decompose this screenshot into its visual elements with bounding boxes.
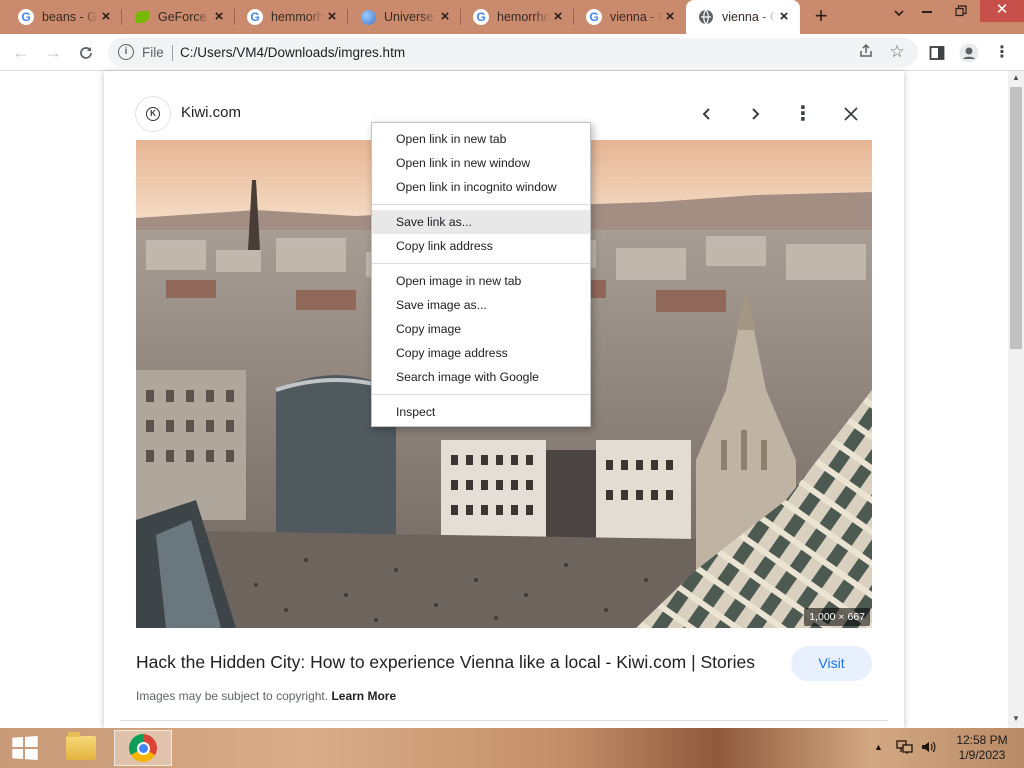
info-icon[interactable]: i	[118, 44, 134, 60]
side-panel-icon[interactable]	[924, 40, 950, 66]
tab-1[interactable]: beans - Google Search ×	[6, 0, 122, 34]
clock-time: 12:58 PM	[956, 733, 1008, 747]
start-button[interactable]	[0, 728, 48, 768]
more-vert-icon[interactable]: ⋮	[989, 40, 1015, 66]
tab-4[interactable]: Universe ×	[348, 0, 461, 34]
chevron-left-icon[interactable]	[692, 99, 722, 129]
menu-open-link-new-window[interactable]: Open link in new window	[372, 151, 590, 175]
menu-open-link-incognito[interactable]: Open link in incognito window	[372, 175, 590, 199]
new-tab-button[interactable]: +	[808, 5, 834, 29]
chrome-icon	[129, 734, 157, 762]
visit-button[interactable]: Visit	[791, 646, 872, 681]
menu-copy-link-address[interactable]: Copy link address	[372, 234, 590, 258]
tab-title: vienna - Google Search	[610, 10, 662, 24]
taskbar-chrome[interactable]	[114, 730, 172, 766]
restore-button[interactable]	[946, 0, 976, 22]
scrollbar-thumb[interactable]	[1010, 87, 1022, 349]
menu-copy-image-address[interactable]: Copy image address	[372, 341, 590, 365]
folder-icon	[66, 732, 96, 760]
source-name[interactable]: Kiwi.com	[181, 104, 241, 121]
clock-date: 1/9/2023	[958, 748, 1006, 762]
nvidia-icon	[134, 9, 150, 25]
menu-save-link-as[interactable]: Save link as...	[372, 210, 590, 234]
taskbar-file-explorer[interactable]	[52, 730, 110, 766]
address-bar[interactable]: i File C:/Users/VM4/Downloads/imgres.htm…	[108, 38, 918, 67]
menu-open-image-new-tab[interactable]: Open image in new tab	[372, 269, 590, 293]
share-icon[interactable]	[856, 43, 876, 63]
scroll-down-icon[interactable]: ▼	[1008, 714, 1024, 726]
tab-title: GeForce Experience	[158, 10, 211, 24]
globe-icon	[360, 9, 376, 25]
scrollbar[interactable]: ▲ ▼	[1008, 71, 1024, 728]
reload-icon[interactable]	[73, 40, 99, 66]
volume-icon[interactable]	[920, 739, 938, 768]
close-icon[interactable]: ×	[98, 9, 114, 25]
menu-open-link-new-tab[interactable]: Open link in new tab	[372, 127, 590, 151]
tab-title: hemmorhoids - Google Search	[271, 10, 324, 24]
close-icon[interactable]: ×	[662, 9, 678, 25]
globe-icon	[698, 9, 714, 25]
close-icon[interactable]: ×	[550, 9, 566, 25]
tab-3[interactable]: hemmorhoids - Google Search ×	[235, 0, 348, 34]
minimize-button[interactable]	[912, 0, 942, 22]
back-icon[interactable]: ←	[8, 40, 34, 66]
google-icon	[247, 9, 263, 25]
scroll-up-icon[interactable]: ▲	[1008, 73, 1024, 85]
tab-title: Universe	[384, 10, 434, 24]
close-icon[interactable]	[836, 99, 866, 129]
tab-5[interactable]: hemorrhoids - Google Search ×	[461, 0, 574, 34]
browser-toolbar: ← → i File C:/Users/VM4/Downloads/imgres…	[0, 34, 1024, 71]
menu-copy-image[interactable]: Copy image	[372, 317, 590, 341]
kiwi-logo-icon[interactable]: K	[136, 97, 170, 131]
profile-icon[interactable]	[956, 40, 982, 66]
tab-strip: beans - Google Search × GeForce Experien…	[0, 0, 1024, 34]
tray-expand-icon[interactable]: ▲	[874, 742, 883, 768]
close-icon[interactable]: ×	[437, 9, 453, 25]
close-window-button[interactable]: ✕	[980, 0, 1024, 22]
tab-7-active[interactable]: vienna - Google Search ×	[686, 0, 800, 34]
forward-icon[interactable]: →	[40, 40, 66, 66]
more-options-icon[interactable]: ⋮	[788, 99, 818, 129]
tab-title: beans - Google Search	[42, 10, 98, 24]
system-clock[interactable]: 12:58 PM 1/9/2023	[950, 733, 1014, 763]
google-icon	[473, 9, 489, 25]
close-icon[interactable]: ×	[324, 9, 340, 25]
menu-save-image-as[interactable]: Save image as...	[372, 293, 590, 317]
google-icon	[18, 9, 34, 25]
copyright-text: Images may be subject to copyright.	[136, 689, 329, 703]
windows-taskbar: ▲ 12:58 PM 1/9/2023	[0, 728, 1024, 768]
context-menu: Open link in new tab Open link in new wi…	[371, 122, 591, 427]
tab-2[interactable]: GeForce Experience ×	[122, 0, 235, 34]
scheme-label: File	[142, 45, 164, 60]
star-icon[interactable]: ☆	[887, 42, 907, 62]
tab-6[interactable]: vienna - Google Search ×	[574, 0, 686, 34]
menu-inspect[interactable]: Inspect	[372, 400, 590, 424]
close-icon[interactable]: ×	[211, 9, 227, 25]
windows-logo-icon	[12, 736, 38, 760]
image-dimensions-badge: 1,000 × 667	[804, 608, 870, 626]
copyright-notice: Images may be subject to copyright. Lear…	[136, 689, 396, 703]
image-caption[interactable]: Hack the Hidden City: How to experience …	[136, 652, 786, 673]
url-text[interactable]: C:/Users/VM4/Downloads/imgres.htm	[180, 45, 405, 60]
tab-title: vienna - Google Search	[722, 10, 776, 24]
network-icon[interactable]	[896, 739, 914, 768]
chevron-down-icon[interactable]	[888, 6, 910, 28]
learn-more-link[interactable]: Learn More	[331, 689, 396, 703]
tab-title: hemorrhoids - Google Search	[497, 10, 550, 24]
google-icon	[586, 9, 602, 25]
chevron-right-icon[interactable]	[740, 99, 770, 129]
close-icon[interactable]: ×	[776, 9, 792, 25]
menu-search-image-google[interactable]: Search image with Google	[372, 365, 590, 389]
